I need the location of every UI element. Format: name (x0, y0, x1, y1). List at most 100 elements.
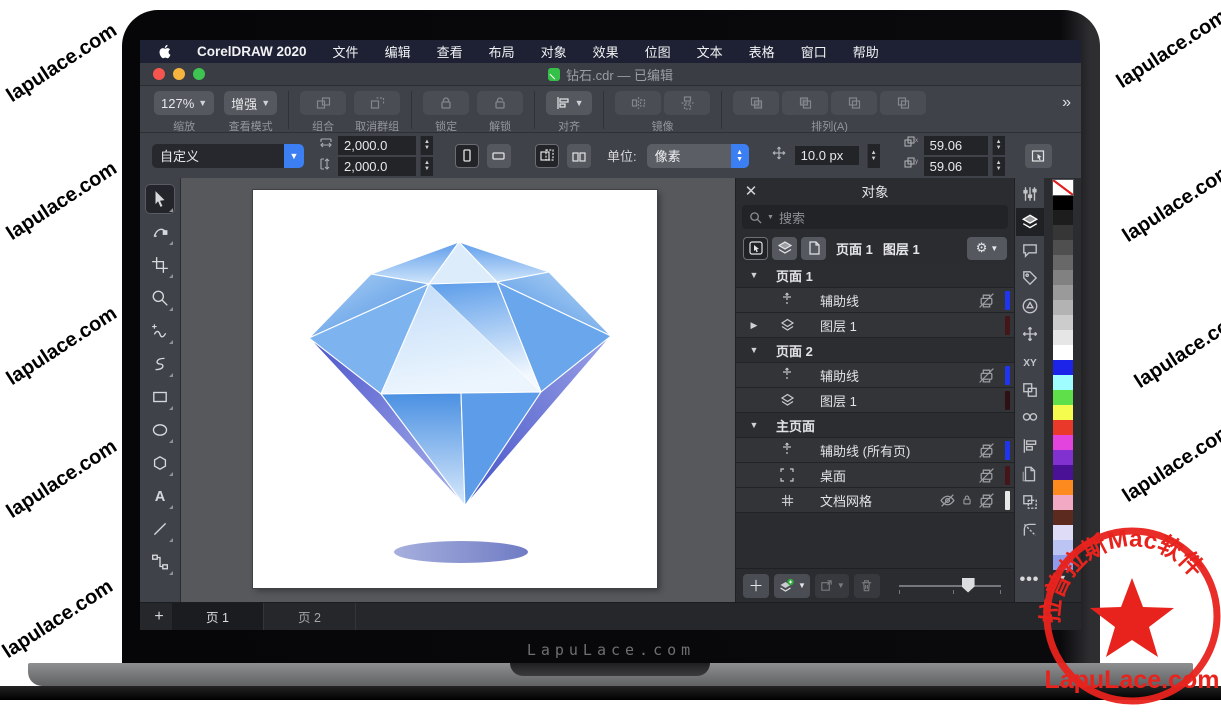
tree-item[interactable]: 图层 1 (736, 388, 1014, 413)
layer-color-bar[interactable] (1005, 291, 1010, 310)
layer-color-bar[interactable] (1005, 366, 1010, 385)
tree-item[interactable]: 辅助线 (736, 288, 1014, 313)
color-swatch[interactable] (1053, 375, 1073, 390)
color-swatch[interactable] (1053, 525, 1073, 540)
layer-color-bar[interactable] (1005, 466, 1010, 485)
docker-tab-more-button[interactable]: ••• (1016, 566, 1044, 594)
view-pages-button[interactable] (801, 237, 826, 260)
color-swatch[interactable] (1053, 435, 1073, 450)
mirror-horizontal-button[interactable] (615, 91, 661, 115)
view-layers-button[interactable] (772, 237, 797, 260)
pick-tool[interactable] (145, 184, 175, 214)
menu-item-表格[interactable]: 表格 (749, 42, 775, 61)
line-tool[interactable] (145, 514, 175, 544)
menu-item-效果[interactable]: 效果 (593, 42, 619, 61)
ungroup-button[interactable] (354, 91, 400, 115)
palette-scroll-down-button[interactable]: ▼ (1058, 573, 1067, 583)
page-preset-select[interactable]: 自定义 ▼ (152, 144, 304, 168)
menu-item-位图[interactable]: 位图 (645, 42, 671, 61)
menu-item-布局[interactable]: 布局 (489, 42, 515, 61)
page-width-input[interactable]: 2,000.0 (338, 136, 416, 155)
collapse-triangle-icon[interactable]: ▼ (746, 345, 762, 355)
portrait-button[interactable] (455, 144, 479, 168)
apple-menu-icon[interactable] (158, 44, 171, 59)
docker-tab-step-repeat-icon[interactable] (1016, 488, 1044, 516)
slider-thumb[interactable] (962, 578, 975, 593)
drawing-canvas[interactable] (181, 178, 735, 602)
color-swatch[interactable] (1053, 555, 1073, 570)
collapse-triangle-icon[interactable]: ▼ (746, 270, 762, 280)
new-layer-button[interactable]: ▼ (774, 574, 810, 598)
tree-section[interactable]: ▼主页面 (736, 413, 1014, 438)
crop-tool[interactable] (145, 250, 175, 280)
color-swatch[interactable] (1053, 210, 1073, 225)
to-front-button[interactable] (733, 91, 779, 115)
view-objects-button[interactable] (743, 237, 768, 260)
color-swatch[interactable] (1053, 315, 1073, 330)
add-page-button[interactable]: + (146, 603, 172, 630)
color-swatch[interactable] (1053, 495, 1073, 510)
color-swatch[interactable] (1053, 405, 1073, 420)
lock-button[interactable] (423, 91, 469, 115)
menu-item-帮助[interactable]: 帮助 (853, 42, 879, 61)
new-page-button[interactable]: ＋ (743, 574, 769, 598)
layer-color-bar[interactable] (1005, 441, 1010, 460)
menu-item-查看[interactable]: 查看 (437, 42, 463, 61)
menu-item-窗口[interactable]: 窗口 (801, 42, 827, 61)
menu-item-文本[interactable]: 文本 (697, 42, 723, 61)
color-swatch[interactable] (1053, 465, 1073, 480)
docker-search-input[interactable]: ▼ 搜索 (742, 205, 1008, 229)
tree-item[interactable]: 辅助线 (所有页) (736, 438, 1014, 463)
nudge-distance-input[interactable]: 10.0 px (795, 146, 859, 165)
tree-section[interactable]: ▼页面 1 (736, 263, 1014, 288)
back-one-button[interactable] (880, 91, 926, 115)
color-swatch[interactable] (1053, 510, 1073, 525)
menu-item-文件[interactable]: 文件 (333, 42, 359, 61)
docker-close-icon[interactable]: ✕ (736, 182, 766, 200)
menu-item-对象[interactable]: 对象 (541, 42, 567, 61)
unlock-button[interactable] (477, 91, 523, 115)
toolbar-overflow-button[interactable]: » (1062, 91, 1071, 112)
freehand-tool[interactable] (145, 316, 175, 346)
document-page[interactable] (253, 190, 657, 588)
mirror-vertical-button[interactable] (664, 91, 710, 115)
color-swatch[interactable] (1053, 285, 1073, 300)
color-swatch[interactable] (1053, 420, 1073, 435)
docker-tab-properties-icon[interactable] (1016, 180, 1044, 208)
docker-tab-corners-icon[interactable] (1016, 516, 1044, 544)
landscape-button[interactable] (487, 144, 511, 168)
color-swatch[interactable] (1053, 300, 1073, 315)
tree-item[interactable]: 桌面 (736, 463, 1014, 488)
menu-app-name[interactable]: CorelDRAW 2020 (197, 44, 307, 59)
shape-tool[interactable] (145, 217, 175, 247)
docker-tab-align-distribute-icon[interactable] (1016, 432, 1044, 460)
color-swatch[interactable] (1053, 390, 1073, 405)
color-swatch[interactable] (1053, 345, 1073, 360)
tree-item[interactable]: 文档网格 (736, 488, 1014, 513)
color-swatch[interactable] (1053, 225, 1073, 240)
layer-color-bar[interactable] (1005, 391, 1010, 410)
zoom-tool[interactable] (145, 283, 175, 313)
forward-one-button[interactable] (831, 91, 877, 115)
delete-button[interactable] (854, 574, 880, 598)
no-fill-swatch[interactable] (1053, 180, 1073, 195)
page-width-stepper[interactable]: ▲▼ (420, 136, 433, 155)
docker-tab-export-icon[interactable] (1016, 460, 1044, 488)
text-tool[interactable]: A (145, 481, 175, 511)
align-button[interactable]: ▼ (546, 91, 592, 115)
page-height-input[interactable]: 2,000.0 (338, 157, 416, 176)
rectangle-tool[interactable] (145, 382, 175, 412)
docker-settings-button[interactable]: ⚙▼ (967, 237, 1007, 260)
docker-tab-coordinates-icon[interactable]: XY (1016, 348, 1044, 376)
color-swatch[interactable] (1053, 360, 1073, 375)
zoom-level-select[interactable]: 127%▼ (154, 91, 214, 115)
docker-tab-objects-icon[interactable] (1016, 208, 1044, 236)
page-tab-页 1[interactable]: 页 1 (172, 603, 264, 630)
duplicate-y-input[interactable]: 59.06 (924, 157, 988, 176)
docker-tab-find-icon[interactable] (1016, 404, 1044, 432)
nudge-stepper[interactable]: ▲▼ (867, 144, 880, 168)
current-page-dimensions-button[interactable] (535, 144, 559, 168)
color-swatch[interactable] (1053, 195, 1073, 210)
docker-tab-clone-icon[interactable] (1016, 376, 1044, 404)
menu-item-编辑[interactable]: 编辑 (385, 42, 411, 61)
